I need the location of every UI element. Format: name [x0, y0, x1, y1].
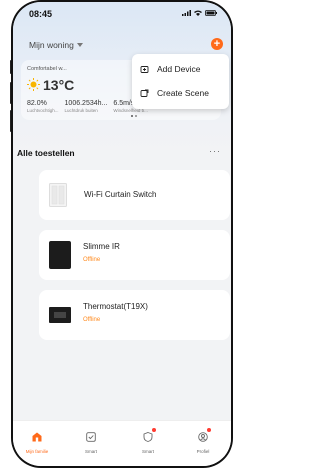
stat-value: 1006.2534h... [64, 100, 108, 107]
ir-remote-icon [49, 241, 71, 269]
home-icon [32, 432, 42, 442]
notification-dot [152, 428, 156, 432]
device-name: Wi-Fi Curtain Switch [84, 190, 157, 199]
stat-label: Luchtdruk buiten [64, 108, 98, 113]
device-card-ir[interactable]: Slimme IR Offline [39, 230, 230, 280]
curtain-switch-icon [49, 183, 67, 207]
status-icons [182, 10, 217, 16]
tab-label: Smart [84, 449, 97, 454]
app-screen: 08:45 Mijn woning + Comfortabel w... 13°… [13, 2, 231, 466]
devices-section-title: Alle toestellen [17, 148, 75, 158]
home-selector[interactable]: Mijn woning [29, 40, 83, 50]
tab-mijn-familie[interactable]: Mijn familie [17, 429, 57, 454]
phone-frame: 08:45 Mijn woning + Comfortabel w... 13°… [11, 0, 233, 468]
tab-label: Mijn familie [25, 449, 49, 454]
device-card-curtain[interactable]: Wi-Fi Curtain Switch [39, 170, 230, 220]
device-name: Slimme IR [83, 242, 120, 251]
page-dots [131, 115, 137, 117]
bottom-tab-bar: Mijn familie Smart Smart Profiel [13, 420, 231, 466]
menu-item-create-scene[interactable]: Create Scene [140, 86, 209, 100]
tab-smart-2[interactable]: Smart [128, 428, 168, 454]
notification-dot [207, 428, 211, 432]
device-card-thermostat[interactable]: Thermostat(T19X) Offline [39, 290, 230, 340]
device-name: Thermostat(T19X) [83, 302, 148, 311]
tab-label: Smart [141, 449, 154, 454]
add-device-icon [140, 65, 149, 73]
device-status: Offline [83, 257, 101, 263]
tab-label: Profiel [196, 449, 210, 454]
stat-value: 82.0% [27, 100, 47, 107]
humidity-stat: 82.0% Luchtvochtigh... [27, 100, 59, 113]
shield-icon [143, 432, 153, 442]
battery-icon [205, 10, 217, 16]
home-label: Mijn woning [29, 40, 74, 50]
weather-city: Comfortabel w... [27, 66, 67, 72]
more-options-icon[interactable]: ··· [209, 146, 221, 156]
pressure-stat: 1006.2534h... Luchtdruk buiten [65, 100, 108, 113]
profile-icon [198, 432, 208, 442]
menu-item-add-device[interactable]: Add Device [140, 62, 200, 76]
sun-icon [27, 78, 40, 91]
thermostat-icon [49, 307, 71, 323]
tab-profiel[interactable]: Profiel [183, 428, 223, 454]
status-bar: 08:45 [13, 2, 231, 24]
device-status: Offline [83, 317, 101, 323]
chevron-down-icon [76, 43, 83, 47]
weather-temperature: 13°C [43, 77, 75, 93]
stat-label: Luchtvochtigh... [27, 108, 59, 113]
add-button[interactable]: + [211, 38, 223, 50]
tab-smart[interactable]: Smart [71, 429, 111, 454]
weather-stats: 82.0% Luchtvochtigh... 1006.2534h... Luc… [27, 100, 148, 113]
wifi-icon [194, 10, 202, 16]
add-menu: Add Device Create Scene [132, 54, 229, 109]
menu-item-label: Add Device [157, 64, 201, 74]
create-scene-icon [140, 89, 149, 97]
status-time: 08:45 [29, 9, 53, 19]
signal-icon [182, 10, 191, 16]
checkbox-icon [86, 432, 96, 442]
menu-item-label: Create Scene [157, 88, 209, 98]
